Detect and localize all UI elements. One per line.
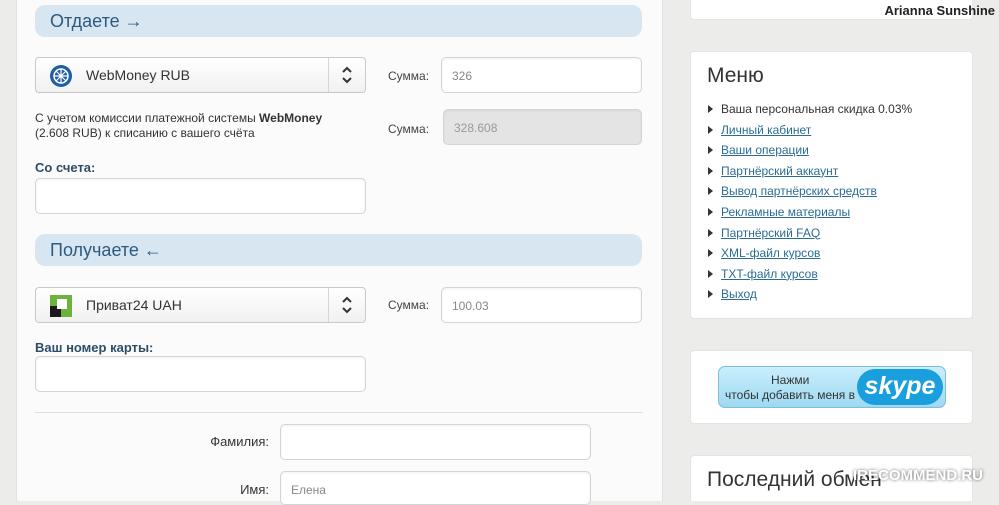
bullet-icon [708, 105, 713, 113]
bullet-icon [708, 290, 713, 299]
user-name[interactable]: Arianna Sunshine [884, 3, 995, 18]
menu-item-label[interactable]: Партнёрский аккаунт [721, 164, 838, 178]
menu-item-label[interactable]: Личный кабинет [721, 123, 811, 137]
give-amount-value: 326 [452, 69, 473, 83]
menu-item-label[interactable]: Выход [721, 287, 757, 301]
menu-item-label: Ваша персональная скидка 0.03% [721, 102, 913, 116]
give-section-header: Отдаете → [35, 5, 642, 37]
privat24-icon [49, 294, 73, 318]
bullet-icon [708, 269, 713, 278]
skype-line2: чтобы добавить меня в [725, 388, 855, 402]
give-total-label: Сумма: [388, 122, 430, 136]
give-amount-input[interactable]: 326 [441, 57, 642, 93]
give-total-input: 328.608 [443, 109, 642, 145]
menu-item-operations[interactable]: Ваши операции [707, 143, 912, 164]
menu-item-partner-account[interactable]: Партнёрский аккаунт [707, 164, 912, 185]
watermark: IRECOMMEND.RU [853, 467, 983, 484]
menu-item-label[interactable]: TXT-файл курсов [721, 267, 818, 281]
receive-currency-select[interactable]: Приват24 UAH [35, 287, 366, 323]
fee-note-prefix: С учетом комиссии платежной системы [35, 111, 260, 125]
menu-item-promo[interactable]: Рекламные материалы [707, 205, 912, 226]
skype-line1: Нажми [771, 373, 810, 387]
bullet-icon [708, 125, 713, 134]
menu-list: Ваша персональная скидка 0.03% Личный ка… [707, 102, 912, 308]
receive-currency-label: Приват24 UAH [86, 297, 182, 313]
bullet-icon [708, 207, 713, 216]
receive-amount-value: 100.03 [452, 299, 489, 313]
give-currency-label: WebMoney RUB [86, 67, 191, 83]
fee-note-system: WebMoney [259, 111, 323, 125]
surname-input[interactable] [280, 424, 591, 460]
receive-section-header: Получаете ← [35, 234, 642, 266]
bullet-icon [708, 187, 713, 196]
menu-item-label[interactable]: Вывод партнёрских средств [721, 184, 877, 198]
name-label: Имя: [240, 482, 269, 497]
fee-note-suffix: (2.608 RUB) к списанию с вашего счёта [35, 126, 255, 140]
give-currency-select[interactable]: WebMoney RUB [35, 57, 366, 93]
surname-label: Фамилия: [210, 434, 269, 449]
bullet-icon [708, 249, 713, 258]
receive-amount-input[interactable]: 100.03 [441, 287, 642, 323]
skype-add-button[interactable]: Нажми чтобы добавить меня в skype [718, 366, 946, 408]
divider [35, 412, 643, 413]
name-input[interactable]: Елена [280, 471, 591, 505]
fee-note: С учетом комиссии платежной системы WebM… [35, 111, 365, 141]
bullet-icon [708, 228, 713, 237]
menu-item-label[interactable]: Партнёрский FAQ [721, 226, 820, 240]
menu-item-label[interactable]: Рекламные материалы [721, 205, 850, 219]
menu-item-discount: Ваша персональная скидка 0.03% [707, 102, 912, 123]
menu-item-txt[interactable]: TXT-файл курсов [707, 267, 912, 288]
menu-item-cabinet[interactable]: Личный кабинет [707, 123, 912, 144]
skype-card: Нажми чтобы добавить меня в skype [690, 350, 973, 424]
receive-header-text: Получаете ← [50, 240, 162, 260]
menu-item-partner-withdraw[interactable]: Вывод партнёрских средств [707, 184, 912, 205]
give-total-value: 328.608 [454, 121, 498, 135]
menu-item-partner-faq[interactable]: Партнёрский FAQ [707, 226, 912, 247]
account-input[interactable] [35, 178, 366, 214]
bullet-icon [708, 166, 713, 175]
menu-item-label[interactable]: XML-файл курсов [721, 246, 820, 260]
menu-title: Меню [707, 64, 764, 87]
menu-item-xml[interactable]: XML-файл курсов [707, 246, 912, 267]
card-number-label: Ваш номер карты: [35, 340, 154, 355]
up-down-chevron-icon[interactable] [328, 58, 365, 92]
up-down-chevron-icon[interactable] [328, 288, 365, 322]
webmoney-globe-icon [49, 64, 73, 88]
card-number-input[interactable] [35, 356, 366, 392]
name-value: Елена [291, 483, 326, 497]
receive-amount-label: Сумма: [388, 298, 430, 312]
menu-card: Меню Ваша персональная скидка 0.03% Личн… [690, 51, 973, 319]
skype-logo-icon: skype [857, 369, 943, 405]
account-label: Со счета: [35, 160, 96, 175]
menu-item-logout[interactable]: Выход [707, 287, 912, 308]
give-amount-label: Сумма: [388, 69, 430, 83]
menu-item-label[interactable]: Ваши операции [721, 143, 809, 157]
give-header-text: Отдаете → [50, 11, 143, 31]
bullet-icon [708, 146, 713, 155]
